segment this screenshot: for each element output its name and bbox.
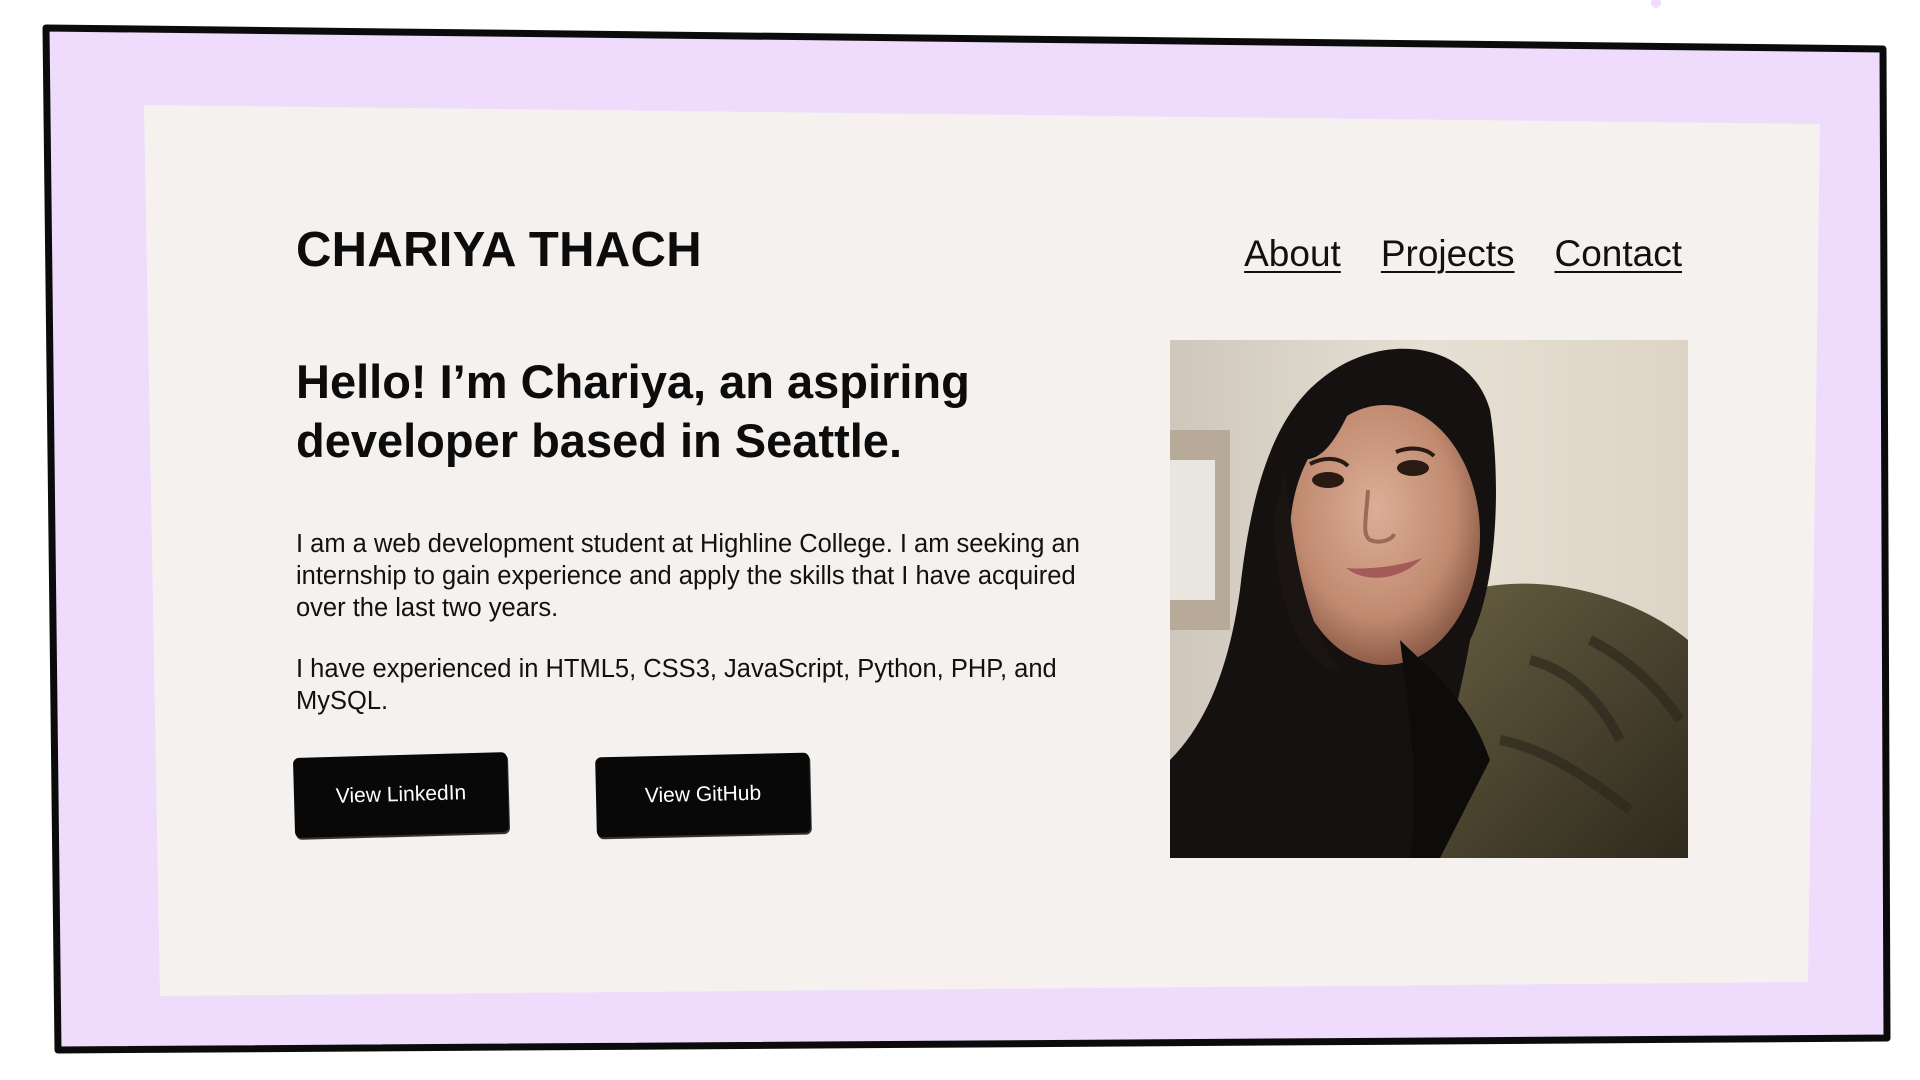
hero-headline: Hello! I’m Chariya, an aspiring develope… (296, 355, 970, 467)
nav-projects-link[interactable]: Projects (1381, 233, 1515, 275)
nav-contact-link[interactable]: Contact (1554, 233, 1682, 275)
nav-about-link[interactable]: About (1244, 233, 1341, 275)
main-nav: About Projects Contact (1244, 233, 1682, 275)
profile-photo-illustration (1170, 340, 1688, 858)
profile-photo (1170, 340, 1688, 858)
site-name: CHARIYA THACH (296, 223, 702, 277)
view-linkedin-button[interactable]: View LinkedIn (292, 752, 510, 838)
intro-paragraph: I am a web development student at Highli… (296, 530, 1080, 622)
skills-paragraph: I have experienced in HTML5, CSS3, JavaS… (296, 655, 1057, 715)
portfolio-card: CHARIYA THACH About Projects Contact Hel… (0, 0, 1920, 1080)
view-github-button[interactable]: View GitHub (595, 752, 811, 838)
page: CHARIYA THACH About Projects Contact Hel… (0, 0, 1920, 1080)
